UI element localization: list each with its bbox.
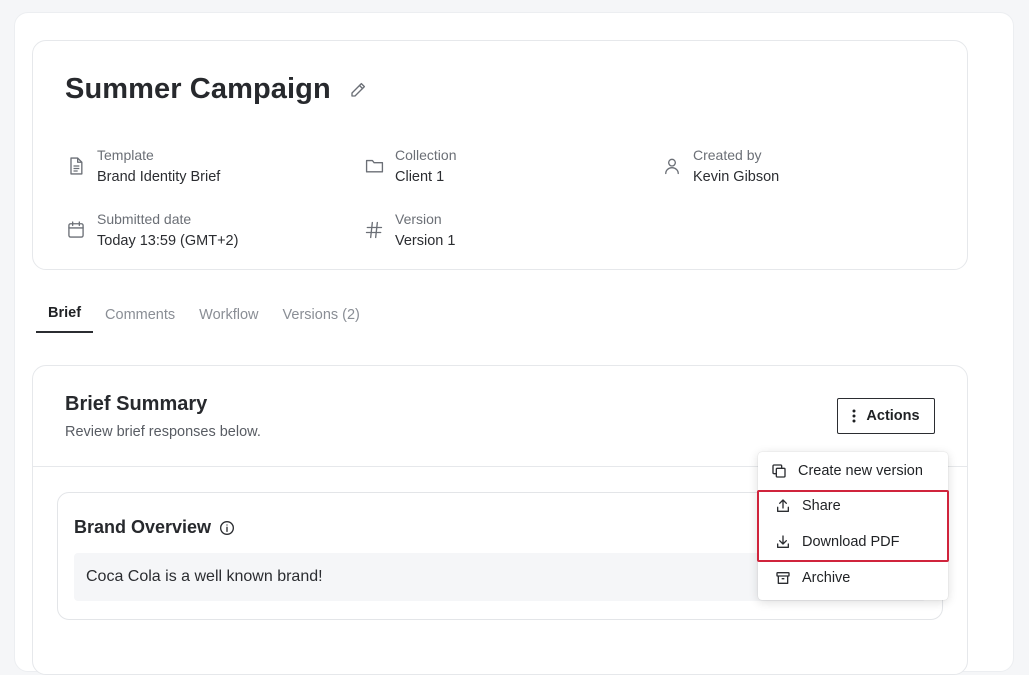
info-icon[interactable] — [219, 520, 235, 536]
meta-label: Created by — [693, 147, 762, 163]
meta-value: Version 1 — [395, 233, 456, 249]
menu-item-archive[interactable]: Archive — [758, 561, 948, 595]
menu-item-label: Archive — [802, 570, 851, 586]
hash-icon — [363, 219, 385, 241]
copy-icon — [770, 462, 788, 480]
menu-item-download-pdf[interactable]: Download PDF — [758, 525, 948, 559]
calendar-icon — [65, 219, 87, 241]
menu-item-share[interactable]: Share — [758, 489, 948, 523]
meta-version: Version Version 1 — [363, 211, 455, 250]
meta-template: Template Brand Identity Brief — [65, 147, 220, 186]
tab-bar: Brief Comments Workflow Versions (2) — [36, 302, 372, 333]
document-icon — [65, 155, 87, 177]
menu-item-label: Create new version — [798, 463, 923, 479]
meta-value: Kevin Gibson — [693, 169, 780, 185]
summary-subtitle: Review brief responses below. — [65, 424, 261, 440]
meta-label: Version — [395, 211, 442, 227]
meta-label: Submitted date — [97, 211, 192, 227]
download-icon — [774, 533, 792, 551]
meta-label: Template — [97, 147, 154, 163]
page-title: Summer Campaign — [65, 73, 331, 105]
share-icon — [774, 497, 792, 515]
meta-label: Collection — [395, 147, 457, 163]
summary-title: Brief Summary — [65, 393, 208, 415]
meta-value: Today 13:59 (GMT+2) — [97, 233, 239, 249]
tab-comments[interactable]: Comments — [93, 304, 187, 333]
actions-button-label: Actions — [866, 408, 920, 424]
more-vertical-icon — [852, 409, 856, 423]
actions-button[interactable]: Actions — [837, 398, 935, 434]
pencil-icon[interactable] — [349, 80, 369, 100]
brief-header-card: Summer Campaign Template Brand Identity … — [32, 40, 968, 270]
tab-versions[interactable]: Versions (2) — [271, 304, 372, 333]
meta-created-by: Created by Kevin Gibson — [661, 147, 779, 186]
menu-item-label: Share — [802, 498, 841, 514]
user-icon — [661, 155, 683, 177]
archive-icon — [774, 569, 792, 587]
title-row: Summer Campaign — [65, 73, 369, 106]
tab-brief[interactable]: Brief — [36, 302, 94, 333]
menu-item-label: Download PDF — [802, 534, 900, 550]
brand-overview-heading: Brand Overview — [74, 517, 235, 538]
folder-icon — [363, 155, 385, 177]
meta-collection: Collection Client 1 — [363, 147, 456, 186]
meta-value: Client 1 — [395, 169, 445, 185]
actions-dropdown-menu: Create new version Share Download PDF Ar… — [758, 452, 948, 600]
tab-workflow[interactable]: Workflow — [187, 304, 270, 333]
menu-item-create-new-version[interactable]: Create new version — [758, 454, 948, 488]
meta-value: Brand Identity Brief — [97, 169, 221, 185]
brand-overview-title: Brand Overview — [74, 517, 212, 537]
meta-submitted-date: Submitted date Today 13:59 (GMT+2) — [65, 211, 238, 250]
